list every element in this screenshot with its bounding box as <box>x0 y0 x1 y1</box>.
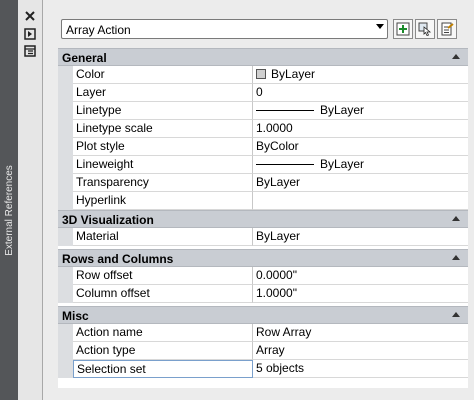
row-gutter <box>58 120 73 138</box>
section-title: General <box>62 51 107 65</box>
property-name: Material <box>73 228 253 246</box>
property-name: Row offset <box>73 267 253 285</box>
property-name: Action type <box>73 342 253 360</box>
row-gutter <box>58 102 73 120</box>
property-name: Lineweight <box>73 156 253 174</box>
properties-menu-icon[interactable] <box>23 45 37 57</box>
property-row-lineweight[interactable]: Lineweight ByLayer <box>58 156 468 174</box>
property-name: Color <box>73 66 253 84</box>
property-name: Plot style <box>73 138 253 156</box>
property-row-material[interactable]: Material ByLayer <box>58 228 468 246</box>
chevron-down-icon <box>376 24 384 29</box>
object-type-dropdown[interactable]: Array Action <box>61 19 388 39</box>
property-value[interactable]: ByLayer <box>253 228 468 246</box>
section-rows-and-columns[interactable]: Rows and Columns <box>58 249 468 267</box>
property-row-action-name[interactable]: Action name Row Array <box>58 324 468 342</box>
property-row-selection-set[interactable]: Selection set 5 objects <box>58 360 468 378</box>
property-row-column-offset[interactable]: Column offset 1.0000" <box>58 285 468 303</box>
autohide-icon[interactable] <box>23 28 37 40</box>
property-name: Action name <box>73 324 253 342</box>
property-value[interactable]: ByLayer <box>253 102 468 120</box>
property-row-layer[interactable]: Layer 0 <box>58 84 468 102</box>
collapse-arrow-icon[interactable] <box>452 312 460 317</box>
property-row-row-offset[interactable]: Row offset 0.0000" <box>58 267 468 285</box>
property-row-plot-style[interactable]: Plot style ByColor <box>58 138 468 156</box>
collapse-arrow-icon[interactable] <box>452 216 460 221</box>
property-name: Hyperlink <box>73 192 253 210</box>
row-gutter <box>58 156 73 174</box>
select-objects-icon[interactable] <box>415 19 435 39</box>
property-name: Linetype scale <box>73 120 253 138</box>
row-gutter <box>58 342 73 360</box>
section-title: 3D Visualization <box>62 213 154 227</box>
side-panel-title: External References <box>3 164 15 256</box>
property-value[interactable]: Row Array <box>253 324 468 342</box>
external-references-strip[interactable]: External References <box>0 0 18 400</box>
section-general[interactable]: General <box>58 48 468 66</box>
close-icon[interactable] <box>23 10 37 22</box>
row-gutter <box>58 228 73 246</box>
linetype-sample-icon <box>256 110 314 111</box>
color-value: ByLayer <box>271 67 316 81</box>
property-row-action-type[interactable]: Action type Array <box>58 342 468 360</box>
quick-select-icon[interactable] <box>437 19 457 39</box>
property-value[interactable]: ByLayer <box>253 156 468 174</box>
property-value[interactable]: ByLayer <box>253 174 468 192</box>
property-row-color[interactable]: Color ByLayer <box>58 66 468 84</box>
section-3d-visualization[interactable]: 3D Visualization <box>58 210 468 228</box>
row-gutter <box>58 324 73 342</box>
row-gutter <box>58 84 73 102</box>
section-title: Misc <box>62 309 89 323</box>
toggle-pickadd-icon[interactable] <box>393 19 413 39</box>
property-row-linetype[interactable]: Linetype ByLayer <box>58 102 468 120</box>
property-value[interactable]: 0 <box>253 84 468 102</box>
property-name: Layer <box>73 84 253 102</box>
property-value[interactable]: ByColor <box>253 138 468 156</box>
object-type-value: Array Action <box>66 23 131 37</box>
property-name: Selection set <box>73 360 253 378</box>
properties-palette: Array Action General Color ByLayer Layer… <box>43 0 474 400</box>
property-value[interactable]: 0.0000" <box>253 267 468 285</box>
color-swatch-icon <box>256 69 266 79</box>
row-gutter <box>58 285 73 303</box>
row-gutter <box>58 66 73 84</box>
property-name: Linetype <box>73 102 253 120</box>
lineweight-sample-icon <box>256 164 314 165</box>
collapse-arrow-icon[interactable] <box>452 54 460 59</box>
property-row-linetype-scale[interactable]: Linetype scale 1.0000 <box>58 120 468 138</box>
selection-bar: Array Action <box>61 19 457 41</box>
property-row-transparency[interactable]: Transparency ByLayer <box>58 174 468 192</box>
palette-toolbar <box>18 0 43 400</box>
property-value[interactable] <box>253 192 468 210</box>
row-gutter <box>58 360 73 378</box>
property-value[interactable]: 1.0000" <box>253 285 468 303</box>
property-value[interactable]: ByLayer <box>253 66 468 84</box>
property-row-hyperlink[interactable]: Hyperlink <box>58 192 468 210</box>
section-misc[interactable]: Misc <box>58 306 468 324</box>
linetype-value: ByLayer <box>320 103 365 117</box>
row-gutter <box>58 192 73 210</box>
property-name: Transparency <box>73 174 253 192</box>
collapse-arrow-icon[interactable] <box>452 255 460 260</box>
property-value[interactable]: 1.0000 <box>253 120 468 138</box>
row-gutter <box>58 174 73 192</box>
side-panel-title-wrap: External References <box>0 150 18 270</box>
property-name: Column offset <box>73 285 253 303</box>
lineweight-value: ByLayer <box>320 157 365 171</box>
row-gutter <box>58 138 73 156</box>
property-value[interactable]: Array <box>253 342 468 360</box>
row-gutter <box>58 267 73 285</box>
property-value[interactable]: 5 objects <box>253 360 468 378</box>
property-grid: General Color ByLayer Layer 0 Linetype B… <box>58 48 468 388</box>
section-title: Rows and Columns <box>62 252 174 266</box>
